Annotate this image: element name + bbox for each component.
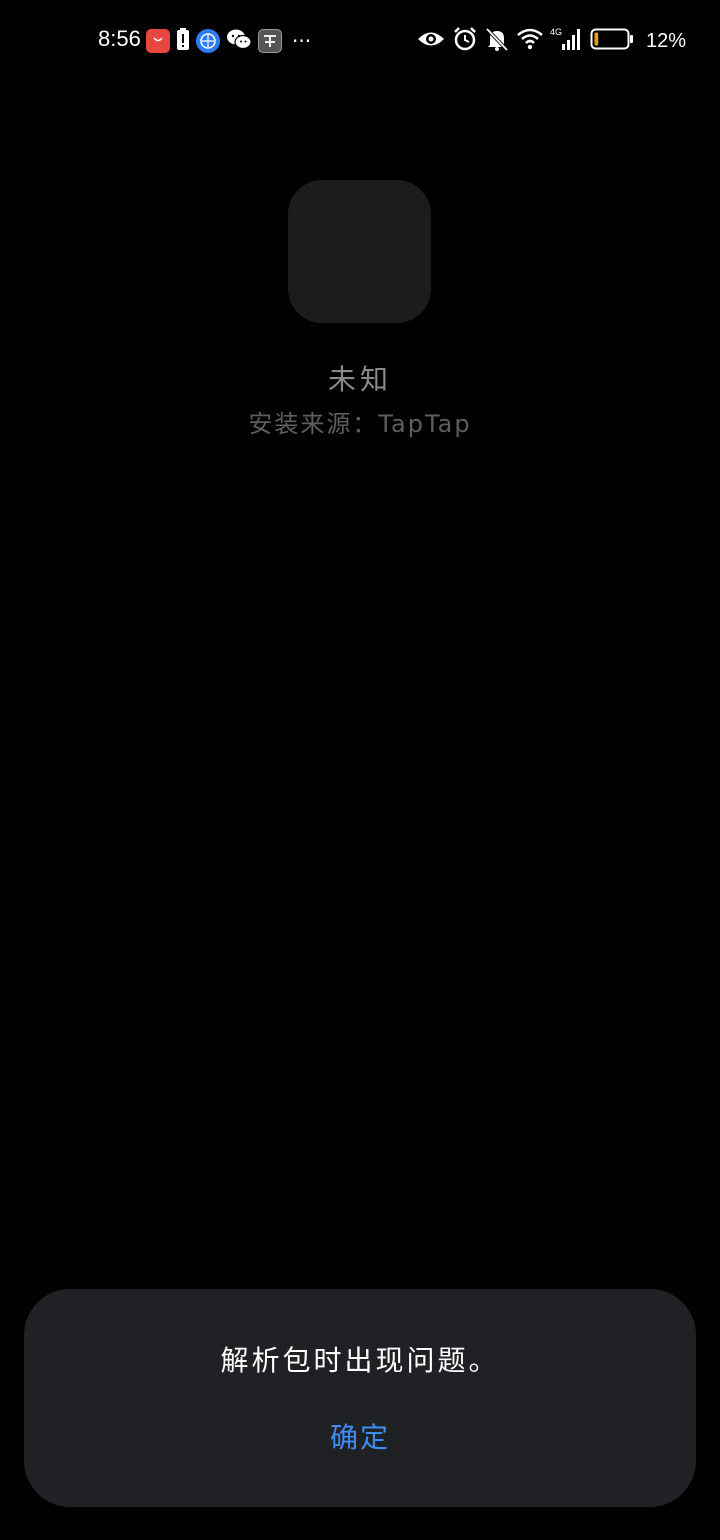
alarm-icon [452,26,478,56]
status-bar: 8:56 ··· 4G 12% [0,0,720,84]
battery-fill [594,32,599,46]
battery-percentage: 12% [645,29,686,52]
notification-icons: ··· [146,28,311,54]
battery-icon [590,27,634,55]
battery-alert-icon [176,27,190,55]
wechat-icon [226,28,252,54]
game-app-icon [258,29,282,53]
cellular-signal-icon: 4G [550,26,584,56]
dialog-message: 解析包时出现问题。 [220,1344,500,1377]
svg-text:4G: 4G [550,27,562,37]
app-name: 未知 [327,363,392,396]
mute-icon [484,26,510,56]
eye-comfort-icon [416,28,446,54]
wifi-icon [516,27,544,55]
browser-icon [196,29,220,53]
confirm-button[interactable]: 确定 [310,1413,410,1463]
huawei-appgallery-icon [146,29,170,53]
install-source: 安装来源：TapTap [248,410,472,438]
parse-error-dialog: 解析包时出现问题。 确定 [24,1289,696,1507]
app-icon-placeholder [288,180,431,323]
system-status-icons: 4G 12% [416,26,686,56]
more-notifications-indicator: ··· [292,29,312,53]
status-time: 8:56 [98,26,141,51]
